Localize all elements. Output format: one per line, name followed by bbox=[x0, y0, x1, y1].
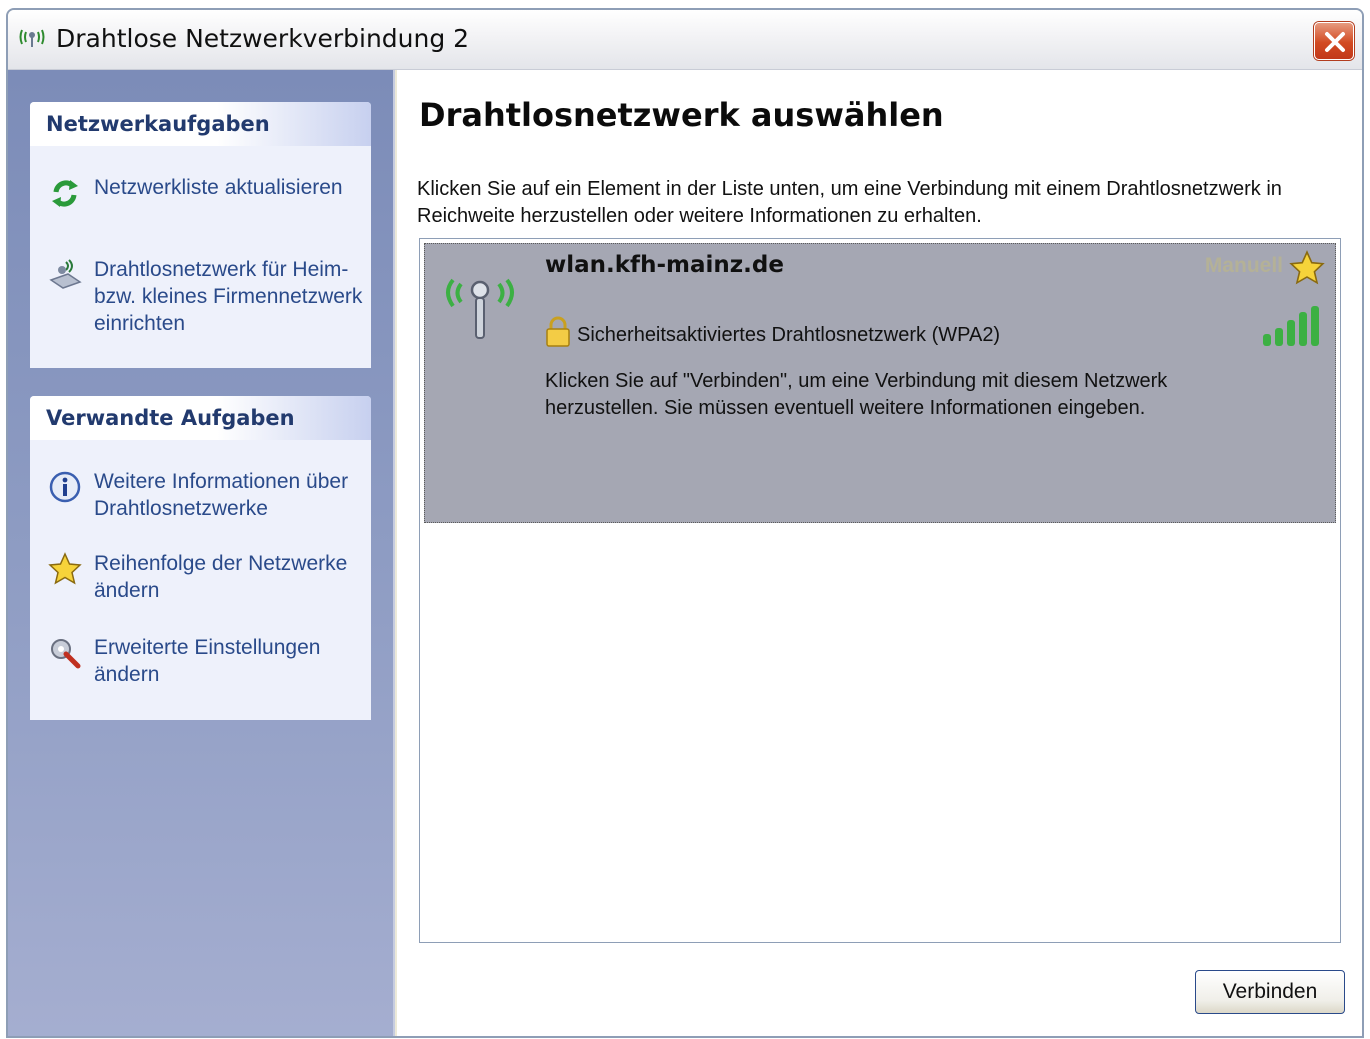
preferred-network-star-icon bbox=[1289, 250, 1325, 285]
task-change-network-order[interactable]: Reihenfolge der Netzwerke ändern bbox=[30, 550, 371, 610]
network-list-item[interactable]: wlan.kfh-mainz.de Manuell Sicherheitsakt… bbox=[424, 243, 1336, 523]
wireless-network-icon bbox=[446, 278, 514, 339]
task-label: Weitere Informationen über Drahtlosnetzw… bbox=[94, 470, 349, 520]
close-icon bbox=[1325, 32, 1345, 52]
task-sidebar: Netzwerkaufgaben Netzwerkliste aktualisi… bbox=[8, 70, 395, 1036]
task-label: Drahtlosnetzwerk für Heim- bzw. kleines … bbox=[94, 258, 363, 335]
related-tasks-title: Verwandte Aufgaben bbox=[30, 396, 371, 440]
signal-strength-icon bbox=[1263, 306, 1319, 346]
task-refresh-network-list[interactable]: Netzwerkliste aktualisieren bbox=[30, 174, 371, 214]
network-security: Sicherheitsaktiviertes Drahtlosnetzwerk … bbox=[577, 324, 1001, 346]
refresh-icon bbox=[52, 180, 78, 207]
task-advanced-settings[interactable]: Erweiterte Einstellungen ändern bbox=[30, 634, 371, 694]
task-label: Erweiterte Einstellungen ändern bbox=[94, 636, 321, 686]
network-ssid: wlan.kfh-mainz.de bbox=[545, 252, 784, 278]
task-setup-home-network[interactable]: Drahtlosnetzwerk für Heim- bzw. kleines … bbox=[30, 256, 371, 346]
connect-button[interactable]: Verbinden bbox=[1195, 970, 1345, 1014]
wireless-setup-icon bbox=[49, 259, 82, 289]
close-button[interactable] bbox=[1314, 22, 1354, 60]
info-icon bbox=[49, 471, 81, 503]
instruction-text: Klicken Sie auf ein Element in der Liste… bbox=[417, 178, 1282, 227]
related-tasks-panel: Verwandte Aufgaben Weitere Informationen… bbox=[30, 396, 371, 720]
network-description: Klicken Sie auf "Verbinden", um eine Ver… bbox=[545, 370, 1168, 419]
title-bar[interactable]: Drahtlose Netzwerkverbindung 2 bbox=[8, 10, 1362, 70]
wireless-connection-window: Drahtlose Netzwerkverbindung 2 Netzwerka… bbox=[6, 8, 1364, 1038]
network-mode-label: Manuell bbox=[1204, 254, 1283, 277]
wireless-antenna-icon bbox=[19, 29, 45, 47]
window-title: Drahtlose Netzwerkverbindung 2 bbox=[56, 24, 470, 53]
network-tasks-title: Netzwerkaufgaben bbox=[30, 102, 371, 146]
settings-icon bbox=[51, 639, 81, 669]
network-tasks-panel: Netzwerkaufgaben Netzwerkliste aktualisi… bbox=[30, 102, 371, 368]
network-list[interactable]: wlan.kfh-mainz.de Manuell Sicherheitsakt… bbox=[419, 238, 1341, 943]
lock-icon bbox=[546, 316, 570, 347]
main-content: Drahtlosnetzwerk auswählen Klicken Sie a… bbox=[397, 70, 1362, 1036]
task-label: Reihenfolge der Netzwerke ändern bbox=[94, 552, 348, 602]
task-more-info-wireless[interactable]: Weitere Informationen über Drahtlosnetzw… bbox=[30, 468, 371, 528]
task-label: Netzwerkliste aktualisieren bbox=[94, 176, 343, 199]
star-icon bbox=[48, 552, 82, 585]
page-title: Drahtlosnetzwerk auswählen bbox=[419, 96, 944, 134]
